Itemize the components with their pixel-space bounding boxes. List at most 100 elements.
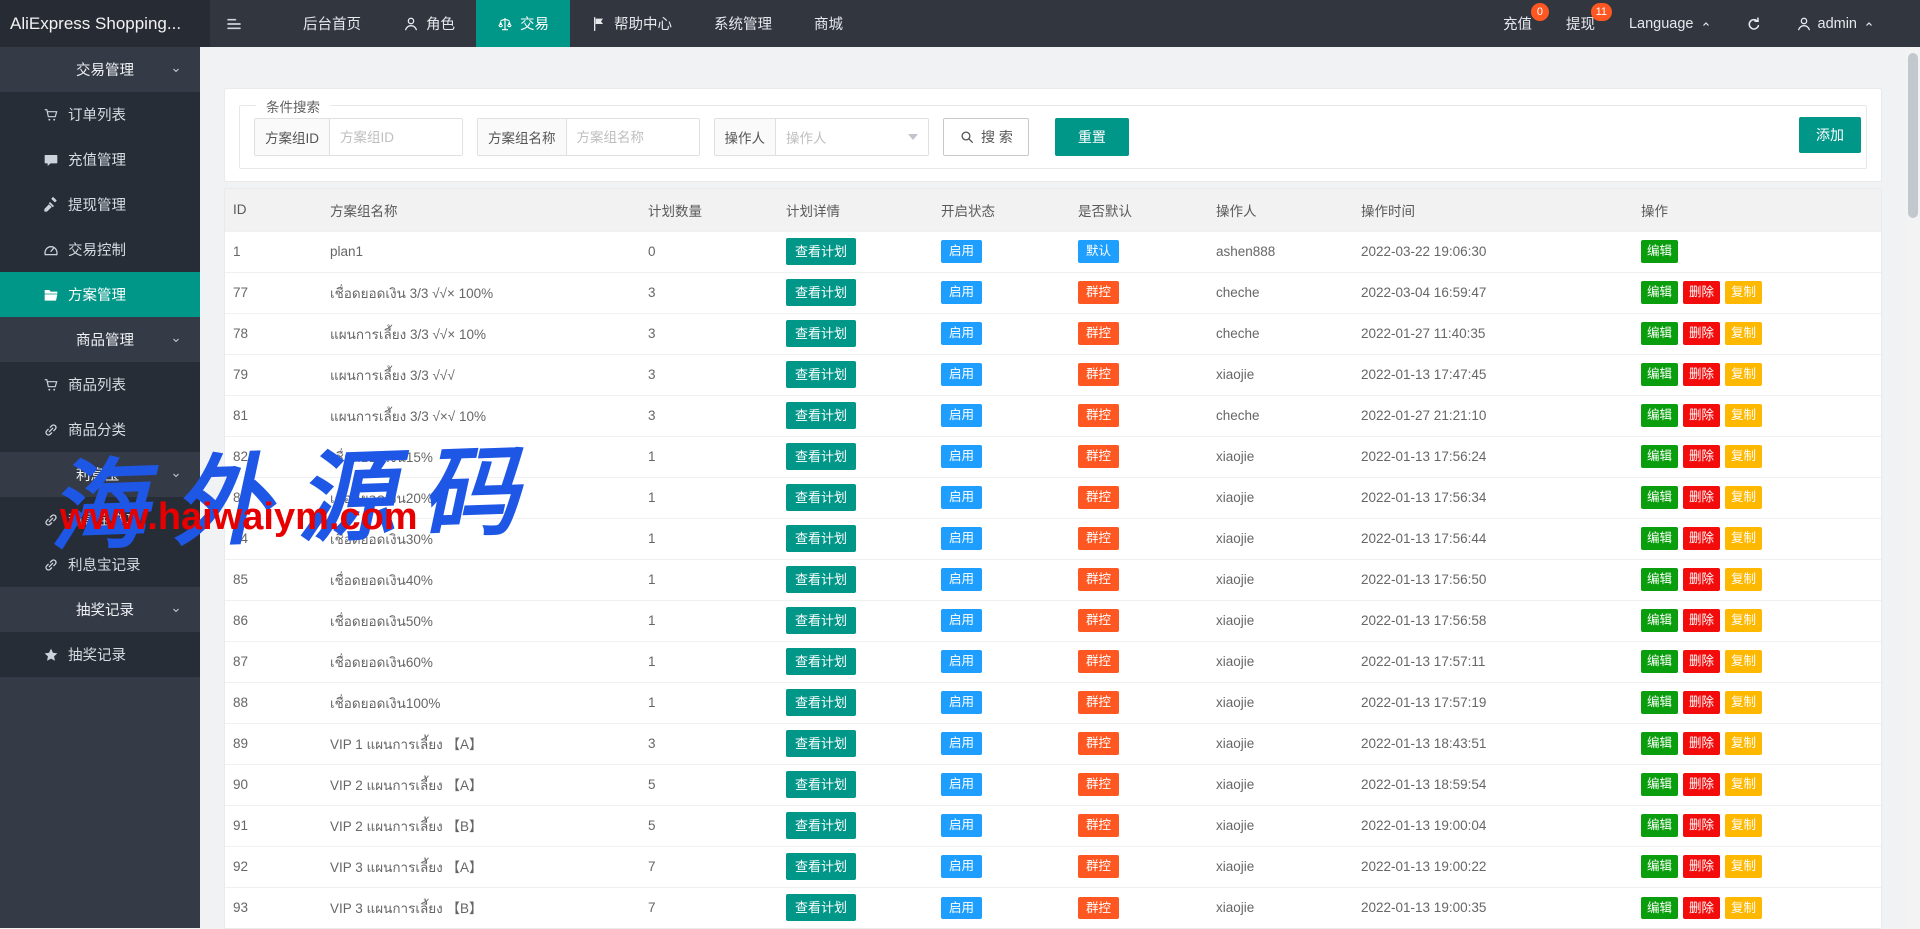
status-enabled-badge[interactable]: 启用 xyxy=(941,609,982,632)
sidebar-group-interest[interactable]: 利息宝 xyxy=(0,452,200,497)
sidebar-item-goods-category[interactable]: 商品分类 xyxy=(0,407,200,452)
edit-button[interactable]: 编辑 xyxy=(1641,240,1678,263)
add-button[interactable]: 添加 xyxy=(1799,117,1861,153)
status-enabled-badge[interactable]: 启用 xyxy=(941,773,982,796)
edit-button[interactable]: 编辑 xyxy=(1641,527,1678,550)
nav-item-mall[interactable]: 商城 xyxy=(793,0,864,47)
status-enabled-badge[interactable]: 启用 xyxy=(941,281,982,304)
copy-button[interactable]: 复制 xyxy=(1725,773,1762,796)
sidebar-group-lottery[interactable]: 抽奖记录 xyxy=(0,587,200,632)
view-plan-button[interactable]: 查看计划 xyxy=(786,566,856,593)
delete-button[interactable]: 删除 xyxy=(1683,486,1720,509)
status-enabled-badge[interactable]: 启用 xyxy=(941,322,982,345)
edit-button[interactable]: 编辑 xyxy=(1641,691,1678,714)
view-plan-button[interactable]: 查看计划 xyxy=(786,853,856,880)
sidebar-item-lottery-records[interactable]: 抽奖记录 xyxy=(0,632,200,677)
edit-button[interactable]: 编辑 xyxy=(1641,568,1678,591)
status-enabled-badge[interactable]: 启用 xyxy=(941,363,982,386)
copy-button[interactable]: 复制 xyxy=(1725,691,1762,714)
delete-button[interactable]: 删除 xyxy=(1683,773,1720,796)
view-plan-button[interactable]: 查看计划 xyxy=(786,894,856,921)
copy-button[interactable]: 复制 xyxy=(1725,855,1762,878)
edit-button[interactable]: 编辑 xyxy=(1641,773,1678,796)
status-enabled-badge[interactable]: 启用 xyxy=(941,486,982,509)
view-plan-button[interactable]: 查看计划 xyxy=(786,689,856,716)
delete-button[interactable]: 删除 xyxy=(1683,691,1720,714)
status-enabled-badge[interactable]: 启用 xyxy=(941,527,982,550)
sidebar-item-interest-options[interactable]: 利息宝选项 xyxy=(0,497,200,542)
group-control-badge[interactable]: 群控 xyxy=(1078,363,1119,386)
copy-button[interactable]: 复制 xyxy=(1725,568,1762,591)
edit-button[interactable]: 编辑 xyxy=(1641,404,1678,427)
copy-button[interactable]: 复制 xyxy=(1725,322,1762,345)
delete-button[interactable]: 删除 xyxy=(1683,855,1720,878)
view-plan-button[interactable]: 查看计划 xyxy=(786,484,856,511)
nav-item-trade[interactable]: 交易 xyxy=(476,0,570,47)
copy-button[interactable]: 复制 xyxy=(1725,404,1762,427)
copy-button[interactable]: 复制 xyxy=(1725,445,1762,468)
edit-button[interactable]: 编辑 xyxy=(1641,363,1678,386)
sidebar-item-recharge-mgmt[interactable]: 充值管理 xyxy=(0,137,200,182)
reset-button[interactable]: 重置 xyxy=(1055,118,1129,156)
sidebar-item-interest-records[interactable]: 利息宝记录 xyxy=(0,542,200,587)
view-plan-button[interactable]: 查看计划 xyxy=(786,443,856,470)
sidebar-toggle-button[interactable] xyxy=(210,0,258,47)
sidebar-item-trade-control[interactable]: 交易控制 xyxy=(0,227,200,272)
delete-button[interactable]: 删除 xyxy=(1683,609,1720,632)
copy-button[interactable]: 复制 xyxy=(1725,527,1762,550)
group-control-badge[interactable]: 群控 xyxy=(1078,281,1119,304)
view-plan-button[interactable]: 查看计划 xyxy=(786,607,856,634)
nav-item-system[interactable]: 系统管理 xyxy=(693,0,793,47)
group-control-badge[interactable]: 群控 xyxy=(1078,814,1119,837)
plan-group-id-input[interactable] xyxy=(330,119,462,155)
view-plan-button[interactable]: 查看计划 xyxy=(786,525,856,552)
group-control-badge[interactable]: 群控 xyxy=(1078,691,1119,714)
copy-button[interactable]: 复制 xyxy=(1725,609,1762,632)
sidebar-group-goods-manage[interactable]: 商品管理 xyxy=(0,317,200,362)
view-plan-button[interactable]: 查看计划 xyxy=(786,361,856,388)
copy-button[interactable]: 复制 xyxy=(1725,650,1762,673)
group-control-badge[interactable]: 群控 xyxy=(1078,322,1119,345)
status-enabled-badge[interactable]: 启用 xyxy=(941,897,982,920)
view-plan-button[interactable]: 查看计划 xyxy=(786,812,856,839)
delete-button[interactable]: 删除 xyxy=(1683,363,1720,386)
nav-item-home[interactable]: 后台首页 xyxy=(282,0,382,47)
status-enabled-badge[interactable]: 启用 xyxy=(941,568,982,591)
view-plan-button[interactable]: 查看计划 xyxy=(786,238,856,265)
plan-group-name-input[interactable] xyxy=(567,119,699,155)
edit-button[interactable]: 编辑 xyxy=(1641,281,1678,304)
sidebar-item-plan-manage[interactable]: 方案管理 xyxy=(0,272,200,317)
edit-button[interactable]: 编辑 xyxy=(1641,609,1678,632)
delete-button[interactable]: 删除 xyxy=(1683,897,1720,920)
edit-button[interactable]: 编辑 xyxy=(1641,486,1678,509)
copy-button[interactable]: 复制 xyxy=(1725,814,1762,837)
view-plan-button[interactable]: 查看计划 xyxy=(786,279,856,306)
edit-button[interactable]: 编辑 xyxy=(1641,650,1678,673)
operator-select[interactable]: 操作人 xyxy=(776,119,928,155)
group-control-badge[interactable]: 群控 xyxy=(1078,855,1119,878)
recharge-nav-item[interactable]: 充值 0 xyxy=(1486,0,1549,47)
search-button[interactable]: 搜 索 xyxy=(943,118,1029,156)
group-control-badge[interactable]: 群控 xyxy=(1078,568,1119,591)
delete-button[interactable]: 删除 xyxy=(1683,732,1720,755)
edit-button[interactable]: 编辑 xyxy=(1641,814,1678,837)
delete-button[interactable]: 删除 xyxy=(1683,814,1720,837)
view-plan-button[interactable]: 查看计划 xyxy=(786,320,856,347)
status-enabled-badge[interactable]: 启用 xyxy=(941,445,982,468)
status-enabled-badge[interactable]: 启用 xyxy=(941,240,982,263)
view-plan-button[interactable]: 查看计划 xyxy=(786,648,856,675)
refresh-button[interactable] xyxy=(1729,0,1779,47)
group-control-badge[interactable]: 群控 xyxy=(1078,486,1119,509)
view-plan-button[interactable]: 查看计划 xyxy=(786,402,856,429)
status-enabled-badge[interactable]: 启用 xyxy=(941,691,982,714)
group-control-badge[interactable]: 群控 xyxy=(1078,650,1119,673)
delete-button[interactable]: 删除 xyxy=(1683,322,1720,345)
sidebar-item-goods-list[interactable]: 商品列表 xyxy=(0,362,200,407)
withdraw-nav-item[interactable]: 提现 11 xyxy=(1549,0,1612,47)
view-plan-button[interactable]: 查看计划 xyxy=(786,771,856,798)
default-badge[interactable]: 默认 xyxy=(1078,240,1119,263)
copy-button[interactable]: 复制 xyxy=(1725,897,1762,920)
status-enabled-badge[interactable]: 启用 xyxy=(941,855,982,878)
sidebar-item-withdraw-mgmt[interactable]: 提现管理 xyxy=(0,182,200,227)
copy-button[interactable]: 复制 xyxy=(1725,281,1762,304)
